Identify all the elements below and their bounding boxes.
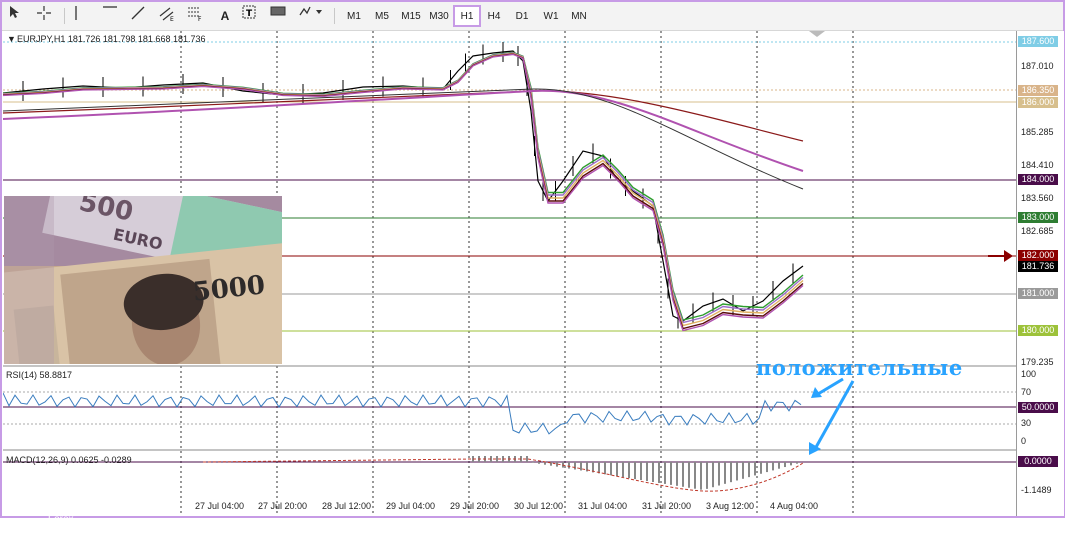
channel-icon[interactable]: E <box>158 5 180 27</box>
toolbar-separator <box>64 8 65 24</box>
time-label: 31 Jul 20:00 <box>642 501 692 511</box>
time-label: 28 Jul 12:00 <box>322 501 372 511</box>
logo-tagline: Instant Forex Trading <box>48 503 82 536</box>
chart-header-arrow[interactable]: ▼ <box>7 34 16 44</box>
vertical-line-icon[interactable] <box>74 5 94 27</box>
time-label: 4 Aug 04:00 <box>770 501 819 511</box>
svg-text:F: F <box>198 16 202 21</box>
price-tag-182000: 182.000 <box>1018 250 1058 261</box>
price-tag-183000: 183.000 <box>1018 212 1058 223</box>
toolbar-separator <box>334 8 335 24</box>
price-label: 184.410 <box>1021 160 1054 170</box>
price-tag-181000: 181.000 <box>1018 288 1058 299</box>
rsi-tag: 50.0000 <box>1018 402 1058 413</box>
macd-tag: 0.0000 <box>1018 456 1058 467</box>
time-label: 29 Jul 04:00 <box>386 501 436 511</box>
timeframe-m30[interactable]: M30 <box>426 5 452 27</box>
price-label: 185.285 <box>1021 127 1054 137</box>
timeframe-m5[interactable]: M5 <box>370 5 394 27</box>
shapes-icon[interactable] <box>298 5 328 27</box>
price-label: 179.235 <box>1021 357 1054 367</box>
chart-shift-marker <box>809 31 825 37</box>
rectangle-icon[interactable] <box>270 5 292 27</box>
timeframe-m15[interactable]: M15 <box>398 5 424 27</box>
price-label: 183.560 <box>1021 193 1054 203</box>
time-label: 30 Jul 12:00 <box>514 501 564 511</box>
moving-average-line <box>3 89 804 172</box>
rsi-level: 70 <box>1021 387 1032 397</box>
time-label: 29 Jul 20:00 <box>450 501 500 511</box>
rsi-level: 0 <box>1021 436 1027 446</box>
fibonacci-icon[interactable]: F <box>186 5 208 27</box>
crosshair-icon[interactable] <box>36 5 58 27</box>
timeframe-h1[interactable]: H1 <box>453 5 481 27</box>
logo-name: instaforex <box>46 476 156 502</box>
price-label: 187.010 <box>1021 61 1054 71</box>
time-label: 31 Jul 04:00 <box>578 501 628 511</box>
time-label: 3 Aug 12:00 <box>706 501 755 511</box>
timeframe-w1[interactable]: W1 <box>538 5 564 27</box>
price-tag-187600: 187.600 <box>1018 36 1058 47</box>
timeframe-d1[interactable]: D1 <box>510 5 534 27</box>
rsi-level: 30 <box>1021 418 1032 428</box>
timeframe-h4[interactable]: H4 <box>482 5 506 27</box>
price-tag-current: 181.736 <box>1018 261 1058 272</box>
macd-level: -1.1489 <box>1021 485 1052 495</box>
price-tag-186000: 186.000 <box>1018 97 1058 108</box>
timeframe-m1[interactable]: M1 <box>342 5 366 27</box>
svg-text:T: T <box>246 9 253 19</box>
logo-icon <box>12 478 44 510</box>
trendline-icon[interactable] <box>130 5 152 27</box>
price-tag-186350: 186.350 <box>1018 85 1058 96</box>
toolbar: E F A T M1 M5 M15 M30 H1 H4 D1 W1 MN <box>2 2 1063 31</box>
price-label: 182.685 <box>1021 226 1054 236</box>
time-label: 27 Jul 04:00 <box>195 501 245 511</box>
svg-text:E: E <box>170 16 174 21</box>
macd-header: MACD(12,26,9) 0.0625 -0.0289 <box>6 455 132 465</box>
annotation-text: положительные <box>756 355 963 380</box>
text-icon[interactable]: A <box>214 5 236 27</box>
text-label-icon[interactable]: T <box>242 5 264 27</box>
horizontal-line-icon[interactable] <box>102 5 124 27</box>
price-tag-180000: 180.000 <box>1018 325 1058 336</box>
rsi-level: 100 <box>1021 369 1037 379</box>
chart-header: EURJPY,H1 181.726 181.798 181.668 181.73… <box>17 34 206 44</box>
price-arrow-head <box>1004 250 1013 262</box>
timeframe-mn[interactable]: MN <box>566 5 592 27</box>
rsi-line <box>3 392 802 435</box>
time-label: 27 Jul 20:00 <box>258 501 308 511</box>
banknotes-photo: 500 EURO 5000 <box>4 196 282 364</box>
price-tag-184000: 184.000 <box>1018 174 1058 185</box>
moving-average-line <box>3 88 804 190</box>
rsi-header: RSI(14) 58.8817 <box>6 370 73 380</box>
cursor-icon[interactable] <box>8 5 28 27</box>
